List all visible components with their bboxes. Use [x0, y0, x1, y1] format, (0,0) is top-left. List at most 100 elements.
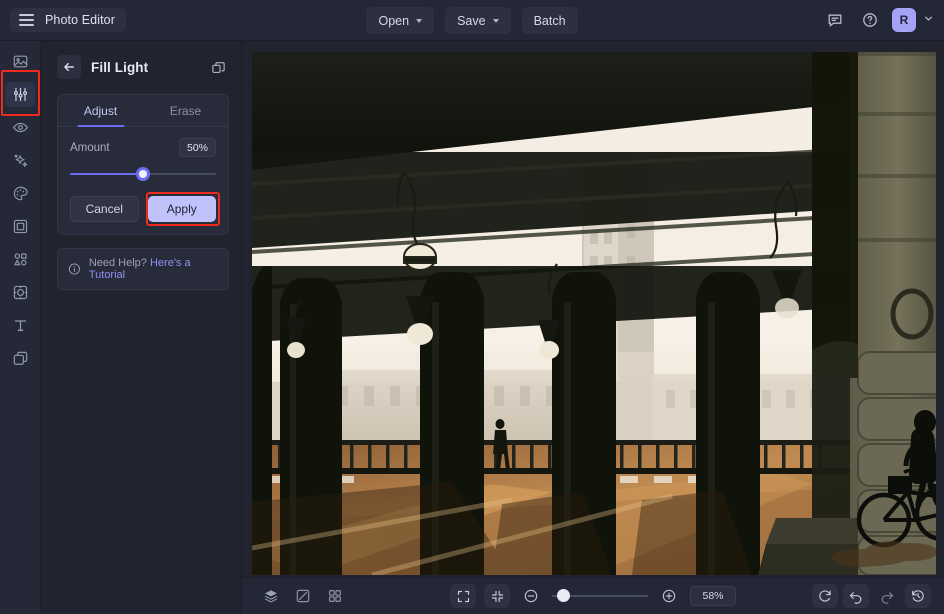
eye-icon	[12, 119, 29, 136]
tab-erase[interactable]: Erase	[143, 95, 228, 126]
save-button[interactable]: Save	[445, 7, 511, 34]
actual-size-button[interactable]	[484, 584, 510, 608]
fit-screen-icon	[456, 589, 471, 604]
sidebar-item-focus[interactable]	[5, 280, 35, 305]
undo-button[interactable]	[843, 584, 869, 608]
amount-row: Amount 50%	[70, 138, 216, 157]
sidebar-item-text[interactable]	[5, 313, 35, 338]
layers-icon	[12, 350, 29, 367]
redo-button[interactable]	[874, 584, 900, 608]
arrow-left-icon	[62, 60, 76, 74]
amount-slider[interactable]	[70, 166, 216, 182]
zoom-in-button[interactable]	[656, 584, 682, 608]
zoom-level-value[interactable]: 58%	[690, 586, 736, 606]
grid-icon	[327, 588, 343, 604]
history-button[interactable]	[905, 584, 931, 608]
image-icon	[12, 53, 29, 70]
grid-button[interactable]	[322, 584, 348, 608]
feedback-button[interactable]	[822, 7, 848, 33]
minus-circle-icon	[523, 588, 539, 604]
reset-button[interactable]	[812, 584, 838, 608]
canvas-area: 58%	[242, 41, 944, 614]
stack-button[interactable]	[258, 584, 284, 608]
sliders-icon	[12, 86, 29, 103]
app-title: Photo Editor	[45, 13, 115, 27]
plus-circle-icon	[661, 588, 677, 604]
photo-image[interactable]	[252, 52, 936, 575]
bottom-right-tools	[812, 584, 931, 608]
compare-icon	[295, 588, 311, 604]
account-menu-chevron-icon[interactable]	[923, 11, 934, 29]
text-icon	[12, 317, 29, 334]
app-menu-button[interactable]: Photo Editor	[10, 8, 126, 32]
sidebar-item-frame[interactable]	[5, 214, 35, 239]
sidebar-item-color[interactable]	[5, 181, 35, 206]
amount-label: Amount	[70, 142, 110, 154]
tutorial-banner[interactable]: Need Help? Here's a Tutorial	[57, 248, 229, 290]
frame-icon	[12, 218, 29, 235]
tutorial-text: Need Help? Here's a Tutorial	[89, 257, 218, 281]
tool-rail	[0, 41, 41, 614]
save-button-label: Save	[457, 14, 486, 28]
focus-icon	[12, 284, 29, 301]
cancel-button[interactable]: Cancel	[70, 196, 139, 222]
help-button[interactable]	[857, 7, 883, 33]
bottom-left-tools	[258, 584, 348, 608]
panel-action-buttons: Cancel Apply	[70, 196, 216, 222]
zoom-out-button[interactable]	[518, 584, 544, 608]
sparkles-icon	[12, 152, 29, 169]
fit-screen-button[interactable]	[450, 584, 476, 608]
editor-body: Fill Light Adjust Erase Amount 50%	[0, 41, 944, 614]
chevron-down-icon	[493, 19, 499, 23]
shapes-icon	[12, 251, 29, 268]
panel-header: Fill Light	[57, 54, 229, 80]
sidebar-item-adjust[interactable]	[5, 82, 35, 107]
sidebar-item-effects[interactable]	[5, 148, 35, 173]
amount-value[interactable]: 50%	[179, 138, 216, 157]
undo-icon	[848, 588, 864, 604]
apply-button[interactable]: Apply	[148, 196, 217, 222]
batch-button[interactable]: Batch	[522, 7, 578, 34]
batch-button-label: Batch	[534, 14, 566, 28]
compare-button[interactable]	[290, 584, 316, 608]
avatar[interactable]: R	[892, 8, 916, 32]
adjustment-card: Adjust Erase Amount 50% Cancel	[57, 94, 229, 235]
top-bar-user-area: R	[822, 7, 934, 33]
hamburger-icon	[19, 14, 34, 26]
duplicate-layers-icon	[211, 60, 226, 75]
chevron-down-icon	[416, 19, 422, 23]
fill-light-panel: Fill Light Adjust Erase Amount 50%	[41, 41, 242, 614]
info-icon	[68, 262, 81, 276]
tab-adjust[interactable]: Adjust	[58, 95, 143, 126]
comment-icon	[827, 12, 843, 28]
palette-icon	[12, 185, 29, 202]
bridge-photograph	[252, 52, 936, 575]
sidebar-item-retouch[interactable]	[5, 115, 35, 140]
zoom-slider-thumb[interactable]	[557, 589, 570, 602]
redo-icon	[879, 588, 895, 604]
duplicate-layers-button[interactable]	[207, 56, 229, 78]
open-button[interactable]: Open	[366, 7, 434, 34]
history-icon	[910, 588, 926, 604]
refresh-icon	[817, 588, 833, 604]
top-bar-actions: Open Save Batch	[0, 0, 944, 41]
back-button[interactable]	[57, 55, 81, 79]
panel-title: Fill Light	[91, 60, 148, 75]
adjustment-card-body: Amount 50% Cancel Apply	[58, 127, 228, 234]
shrink-icon	[490, 589, 505, 604]
question-circle-icon	[862, 12, 878, 28]
open-button-label: Open	[378, 14, 409, 28]
bottom-bar: 58%	[242, 577, 944, 614]
stack-icon	[263, 588, 279, 604]
zoom-slider[interactable]	[552, 589, 648, 603]
amount-slider-thumb[interactable]	[136, 167, 150, 181]
sidebar-item-image[interactable]	[5, 49, 35, 74]
photo-editor-app: Photo Editor Open Save Batch	[0, 0, 944, 614]
sidebar-item-layers[interactable]	[5, 346, 35, 371]
tutorial-prompt: Need Help?	[89, 257, 150, 269]
panel-tabs: Adjust Erase	[58, 95, 228, 127]
canvas-viewport[interactable]	[242, 41, 944, 577]
amount-slider-fill	[70, 173, 143, 175]
top-bar: Photo Editor Open Save Batch	[0, 0, 944, 41]
sidebar-item-shapes[interactable]	[5, 247, 35, 272]
